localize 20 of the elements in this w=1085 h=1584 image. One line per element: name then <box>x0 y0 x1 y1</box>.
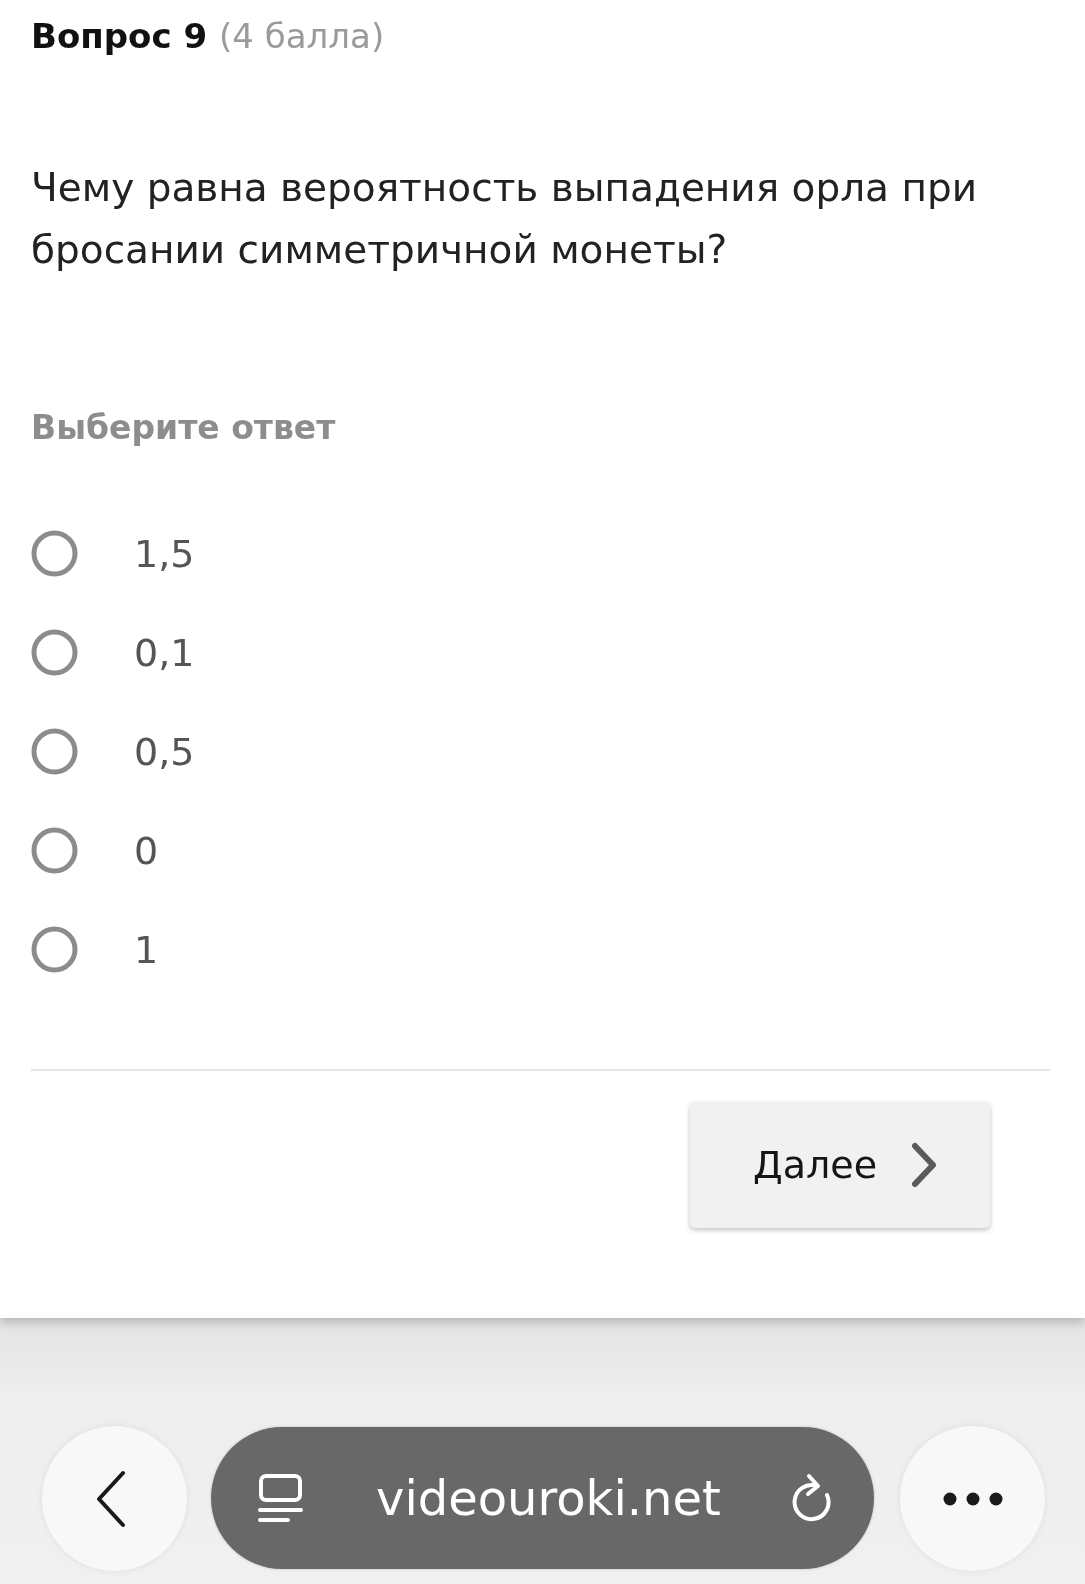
address-bar[interactable]: videouroki.net <box>211 1427 874 1569</box>
chevron-right-icon <box>911 1142 937 1188</box>
question-points: (4 балла) <box>219 15 385 58</box>
chevron-left-icon <box>95 1469 126 1528</box>
answer-prompt: Выберите ответ <box>31 407 337 449</box>
answer-option-label[interactable]: 0 <box>134 825 159 876</box>
radio-button[interactable] <box>31 827 78 874</box>
next-button[interactable]: Далее <box>690 1102 990 1228</box>
radio-button[interactable] <box>31 629 78 676</box>
answer-option-label[interactable]: 0,1 <box>134 627 195 678</box>
more-icon <box>942 1491 1003 1506</box>
question-text: Чему равна вероятность выпадения орла при бросании симметричной монеты? <box>31 164 979 274</box>
radio-button[interactable] <box>31 728 78 775</box>
answer-option-label[interactable]: 1 <box>134 924 159 975</box>
radio-button[interactable] <box>31 530 78 577</box>
answer-option-label[interactable]: 1,5 <box>134 528 195 579</box>
answer-option-label[interactable]: 0,5 <box>134 726 195 777</box>
radio-button[interactable] <box>31 926 78 973</box>
page-layout-icon[interactable] <box>258 1474 303 1522</box>
question-title: Вопрос 9 <box>31 15 208 58</box>
